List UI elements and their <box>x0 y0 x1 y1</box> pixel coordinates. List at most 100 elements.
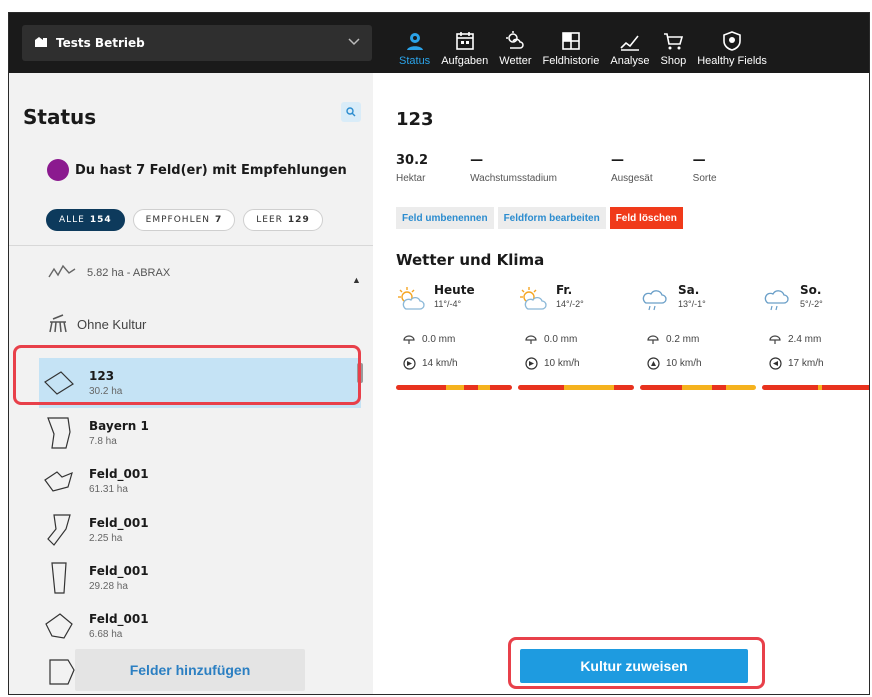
stat-variety-label: Sorte <box>692 173 717 184</box>
field-list-item[interactable]: Feld_001 2.25 ha <box>39 505 365 555</box>
rain-drop-icon <box>402 332 416 346</box>
group-abrax-label: 5.82 ha - ABRAX <box>87 267 171 279</box>
no-crop-icon <box>49 314 67 333</box>
filter-recommended-label: EMPFOHLEN <box>145 215 211 225</box>
spray-window-bar <box>640 385 756 390</box>
nav-healthy-fields[interactable]: Healthy Fields <box>697 13 767 73</box>
filter-empty[interactable]: LEER 129 <box>243 209 323 231</box>
stat-area: 30.2 Hektar <box>396 153 428 184</box>
field-area: 7.8 ha <box>89 436 117 447</box>
spray-window-bar <box>518 385 634 390</box>
stat-area-value: 30.2 <box>396 153 429 168</box>
day-temp: 13°/-1° <box>678 299 706 309</box>
search-icon <box>346 107 356 117</box>
field-shape-icon <box>39 606 79 646</box>
nav-analyse[interactable]: Analyse <box>610 13 650 73</box>
recommendation-dot-icon <box>47 159 69 181</box>
shield-icon <box>723 31 741 51</box>
filter-recommended[interactable]: EMPFOHLEN 7 <box>132 209 236 231</box>
nav-status[interactable]: Status <box>399 13 430 73</box>
nav-aufgaben[interactable]: Aufgaben <box>441 13 488 73</box>
search-button[interactable] <box>341 102 361 122</box>
main-nav: Status Aufgaben Wetter Feldhistorie Anal… <box>399 13 778 73</box>
wind-direction-icon <box>646 356 660 370</box>
field-shape-icon <box>39 510 79 550</box>
day-wind: 17 km/h <box>788 357 824 369</box>
filter-recommended-count: 7 <box>215 215 223 225</box>
delete-field-button[interactable]: Feld löschen <box>609 207 683 229</box>
sun-cloud-icon <box>398 287 425 310</box>
farm-selector[interactable]: Tests Betrieb <box>22 25 372 61</box>
collapse-arrow-icon[interactable]: ▲ <box>352 275 361 285</box>
field-list-item[interactable]: Feld_001 29.28 ha <box>39 553 365 603</box>
calendar-icon <box>455 32 474 50</box>
field-name: Bayern 1 <box>89 419 149 433</box>
day-temp: 14°/-2° <box>556 299 584 309</box>
field-detail-panel: 123 30.2 Hektar — Wachstumsstadium — Aus… <box>374 73 869 694</box>
farm-icon <box>34 34 48 52</box>
selection-highlight <box>13 345 361 405</box>
day-rain: 0.0 mm <box>422 333 456 345</box>
nav-wetter-label: Wetter <box>499 55 532 67</box>
nav-healthy-fields-label: Healthy Fields <box>697 55 767 67</box>
day-rain: 0.2 mm <box>666 333 700 345</box>
day-wind: 10 km/h <box>666 357 702 369</box>
group-abrax[interactable]: 5.82 ha - ABRAX <box>47 263 170 283</box>
field-area: 6.68 ha <box>89 629 123 640</box>
app-frame: Tests Betrieb Status Aufgaben Wetter Fel… <box>8 12 870 695</box>
forecast-day[interactable]: Fr. 14°/-2° 0.0 mm 10 km/h <box>518 283 640 390</box>
field-actions: Feld umbenennen Feldform bearbeiten Feld… <box>396 207 687 229</box>
field-list-item[interactable]: Bayern 1 7.8 ha <box>39 408 365 458</box>
stat-sown-label: Ausgesät <box>610 173 653 184</box>
filter-all[interactable]: ALLE 154 <box>46 209 125 231</box>
weather-icon <box>506 31 525 49</box>
field-shape-icon <box>47 657 77 692</box>
stat-growth-stage-value: — <box>470 153 484 168</box>
field-name: Feld_001 <box>89 564 149 578</box>
forecast-day[interactable]: Heute 11°/-4° 0.0 mm 14 km/h <box>396 283 518 390</box>
add-fields-button[interactable]: Felder hinzufügen <box>75 649 305 691</box>
weather-section-title: Wetter und Klima <box>396 251 545 269</box>
stat-growth-stage-label: Wachstumsstadium <box>470 173 557 184</box>
nav-wetter[interactable]: Wetter <box>499 13 532 73</box>
field-history-icon <box>562 32 580 50</box>
spray-window-bar <box>396 385 512 390</box>
stat-sown: — Ausgesät <box>611 153 653 184</box>
sidebar-title: Status <box>23 105 97 129</box>
edit-shape-button[interactable]: Feldform bearbeiten <box>497 207 606 229</box>
rain-cloud-icon <box>642 290 667 311</box>
forecast-day[interactable]: Sa. 13°/-1° 0.2 mm 10 km/h <box>640 283 762 390</box>
day-name: So. <box>800 283 822 297</box>
field-list-item[interactable]: Feld_001 6.68 ha <box>39 601 365 651</box>
recommendation-banner[interactable]: Du hast 7 Feld(er) mit Empfehlungen <box>47 159 347 181</box>
filter-all-count: 154 <box>89 215 112 225</box>
day-name: Sa. <box>678 283 700 297</box>
weather-forecast: Heute 11°/-4° 0.0 mm 14 km/h Fr. 14°/-2° 0… <box>396 283 869 390</box>
nav-feldhistorie[interactable]: Feldhistorie <box>543 13 599 73</box>
field-stats: 30.2 Hektar — Wachstumsstadium — Ausgesä… <box>396 153 743 184</box>
day-temp: 5°/-2° <box>800 299 823 309</box>
field-area: 2.25 ha <box>89 533 123 544</box>
rename-field-button[interactable]: Feld umbenennen <box>396 207 494 229</box>
group-no-crop[interactable]: Ohne Kultur <box>47 313 146 335</box>
stat-sown-value: — <box>610 153 624 168</box>
crop-abrax-icon <box>48 264 76 278</box>
wind-direction-icon <box>524 356 538 370</box>
field-shape-icon <box>39 558 79 598</box>
nav-shop[interactable]: Shop <box>660 13 687 73</box>
group-no-crop-label: Ohne Kultur <box>77 316 147 332</box>
wind-direction-icon <box>402 356 416 370</box>
nav-aufgaben-label: Aufgaben <box>441 55 489 67</box>
stat-variety: — Sorte <box>693 153 717 184</box>
filter-pills: ALLE 154 EMPFOHLEN 7 LEER 129 <box>46 209 331 231</box>
forecast-day[interactable]: So. 5°/-2° 2.4 mm 17 km/h <box>762 283 869 390</box>
day-name: Fr. <box>556 283 573 297</box>
sun-cloud-icon <box>520 287 547 310</box>
field-name: Feld_001 <box>89 467 149 481</box>
page-title: 123 <box>396 109 434 130</box>
chevron-down-icon <box>348 34 360 49</box>
nav-shop-label: Shop <box>660 55 687 67</box>
filter-empty-label: LEER <box>256 215 283 225</box>
field-list-item[interactable]: Feld_001 61.31 ha <box>39 456 365 506</box>
divider <box>9 245 373 246</box>
